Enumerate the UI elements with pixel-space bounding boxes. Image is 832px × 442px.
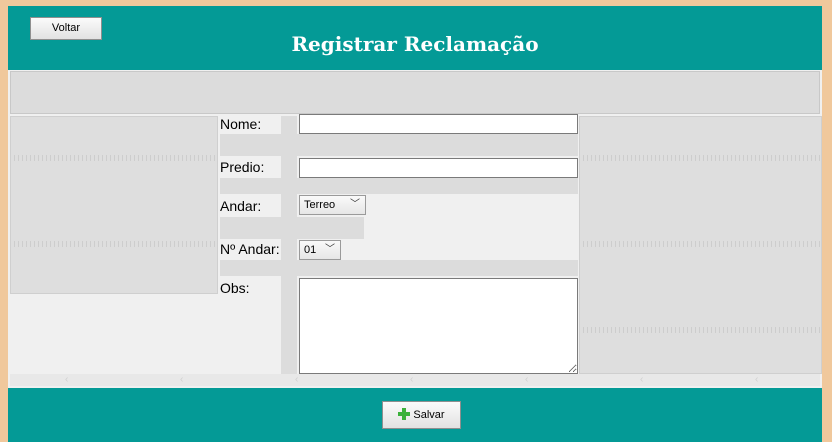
floor-label: Andar:	[220, 198, 262, 214]
save-label: Salvar	[413, 409, 445, 421]
floor-gap	[220, 217, 364, 239]
chevron-down-icon: ﹀	[325, 244, 335, 255]
page-title: Registrar Reclamação	[291, 32, 539, 56]
chevron-left-icon: ‹	[755, 374, 759, 385]
left-wave-2	[11, 241, 217, 247]
building-label: Predio:	[220, 159, 265, 175]
name-label: Nome:	[220, 116, 262, 132]
chevron-left-icon: ‹	[525, 374, 529, 385]
chevron-left-icon: ‹	[410, 374, 414, 385]
chevron-left-icon: ‹	[640, 374, 644, 385]
left-panel	[10, 116, 218, 294]
chevron-left-icon: ‹	[295, 374, 299, 385]
right-panel	[579, 116, 822, 374]
footer: Salvar	[8, 388, 822, 442]
building-input[interactable]	[299, 158, 578, 178]
chevron-left-icon: ‹	[180, 374, 184, 385]
main-window: Voltar Registrar Reclamação Nome: Predio…	[8, 6, 822, 442]
right-wave-2	[580, 241, 821, 247]
floor-number-label: Nº Andar:	[220, 241, 280, 257]
horizontal-scrollbar[interactable]: ‹ ‹ ‹ ‹ ‹ ‹ ‹	[10, 374, 820, 386]
building-gap	[220, 178, 578, 194]
right-wave-3	[580, 327, 821, 333]
floor-value: Terreo	[304, 199, 336, 211]
chevron-left-icon: ‹	[65, 374, 69, 385]
chevron-down-icon: ﹀	[350, 199, 360, 210]
left-wave-1	[11, 155, 217, 161]
floor-number-value: 01	[304, 244, 317, 256]
obs-textarea[interactable]	[299, 278, 578, 374]
obs-label: Obs:	[220, 280, 250, 296]
save-button[interactable]: Salvar	[382, 401, 461, 429]
top-band	[10, 71, 820, 114]
floor-number-gap	[220, 260, 578, 276]
header: Voltar Registrar Reclamação	[8, 6, 822, 70]
name-input[interactable]	[299, 114, 578, 134]
plus-icon	[398, 408, 411, 420]
name-gap	[220, 134, 578, 156]
floor-number-select[interactable]: 01 ﹀	[299, 240, 341, 260]
right-wave-1	[580, 155, 821, 161]
floor-select[interactable]: Terreo ﹀	[299, 195, 366, 215]
